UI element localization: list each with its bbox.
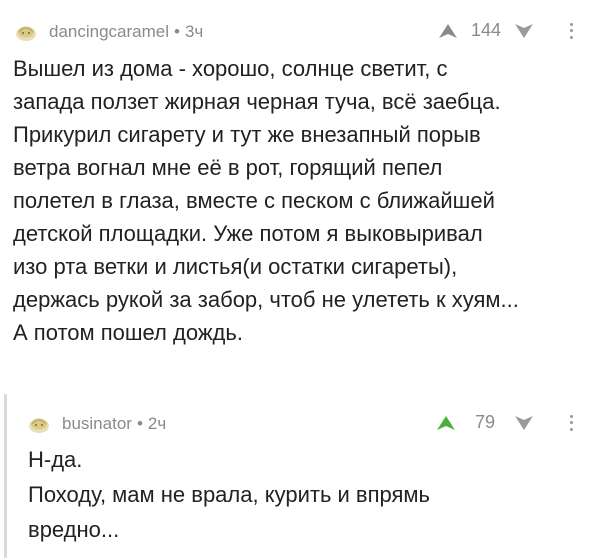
timestamp: 3ч: [184, 22, 204, 41]
comment-line: Прикурил сигарету и тут же внезапный пор…: [13, 122, 481, 147]
username[interactable]: businator: [62, 414, 132, 434]
comment-line: Вышел из дома - хорошо, солнце светит, с: [13, 56, 448, 81]
comment-rating: 79: [436, 412, 578, 433]
more-vertical-icon[interactable]: [564, 21, 578, 41]
comment-line: держась рукой за забор, чтоб не улететь …: [13, 287, 519, 312]
default-avatar-icon[interactable]: [28, 413, 50, 435]
comment-meta: businator • 2ч: [62, 414, 166, 434]
score: 79: [474, 412, 496, 432]
comment-meta: dancingcaramel • 3ч: [49, 22, 203, 42]
comment-header: dancingcaramel • 3ч: [15, 20, 203, 44]
comment-body: Вышел из дома - хорошо, солнце светит, с…: [13, 52, 519, 349]
comment-line: ветра вогнал мне её в рот, горящий пепел: [13, 155, 443, 180]
comment-body: Н-да. Походу, мам не врала, курить и впр…: [28, 442, 430, 547]
arrow-up-icon[interactable]: [438, 21, 458, 41]
comment-line: Н-да.: [28, 447, 83, 472]
reply-thread-line[interactable]: [4, 394, 7, 558]
arrow-down-icon[interactable]: [514, 21, 534, 41]
timestamp: 2ч: [147, 414, 167, 433]
comment-line: вредно...: [28, 517, 120, 542]
comment-line: А потом пошел дождь.: [13, 320, 243, 345]
comment-line: детской площадки. Уже потом я выковырива…: [13, 221, 483, 246]
default-avatar-icon[interactable]: [15, 21, 37, 43]
arrow-down-icon[interactable]: [514, 413, 534, 433]
meta-separator: •: [136, 414, 143, 433]
meta-separator: •: [174, 22, 180, 41]
username[interactable]: dancingcaramel: [49, 22, 169, 42]
more-vertical-icon[interactable]: [564, 413, 578, 433]
arrow-up-icon[interactable]: [436, 413, 456, 433]
comment-line: полетел в глаза, вместе с песком с ближа…: [13, 188, 495, 213]
comment-line: изо рта ветки и листья(и остатки сигарет…: [13, 254, 458, 279]
comment-line: Походу, мам не врала, курить и впрямь: [28, 482, 431, 507]
comment-line: запада ползет жирная черная туча, всё за…: [13, 89, 501, 114]
comment-header: businator • 2ч: [28, 412, 166, 436]
score: 144: [470, 20, 502, 40]
comment-rating: 144: [438, 20, 578, 41]
